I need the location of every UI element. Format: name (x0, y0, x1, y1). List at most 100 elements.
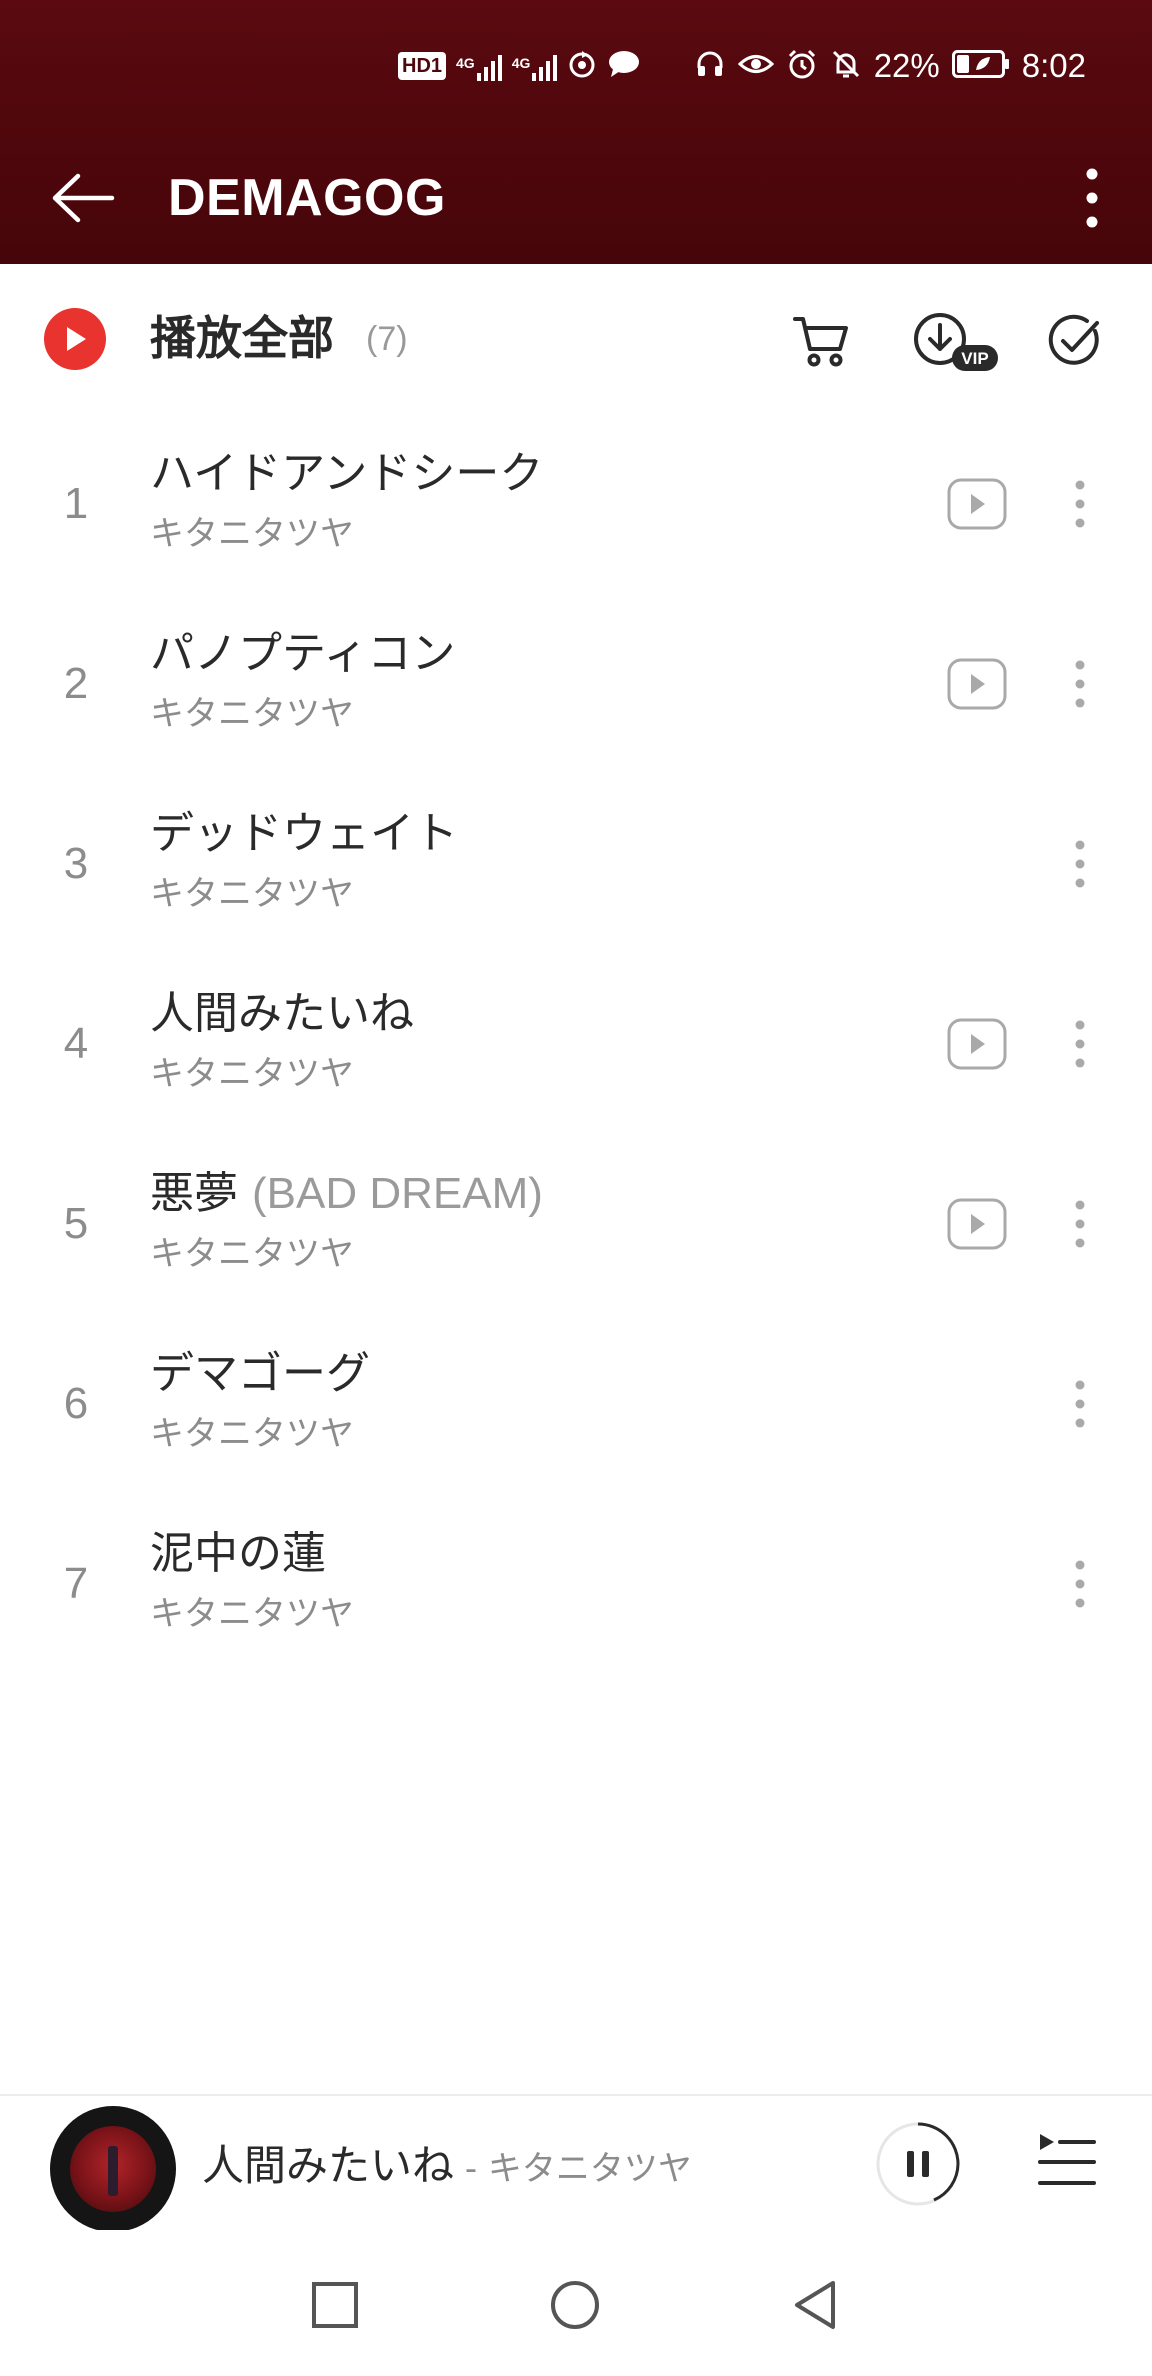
play-all-label[interactable]: 播放全部 (150, 306, 334, 370)
headset-icon (694, 48, 726, 85)
more-vertical-icon (1075, 840, 1085, 888)
alarm-icon (786, 48, 818, 85)
multi-select-icon (1048, 314, 1099, 365)
track-more-button[interactable] (1056, 470, 1104, 538)
app-bar: DEMAGOG (0, 132, 1152, 264)
track-title-text: デマゴーグ (150, 1348, 370, 1399)
track-list: 1 ハイドアンドシーク キタニタツヤ 2 パノプティコン キタニタツヤ 3 デッ… (0, 414, 1152, 1674)
pause-button[interactable] (874, 2120, 962, 2208)
track-row[interactable]: 2 パノプティコン キタニタツヤ (0, 594, 1152, 774)
track-title: デマゴーグ (150, 1344, 370, 1404)
track-artist: キタニタツヤ (150, 1594, 354, 1634)
now-playing-info[interactable]: 人間みたいね - キタニタツヤ (202, 2138, 692, 2197)
square-icon (312, 2282, 358, 2328)
status-right-icons: 22% 8:02 (694, 44, 1086, 88)
download-vip-button[interactable]: VIP (906, 306, 1006, 376)
battery-icon (951, 49, 1010, 83)
mini-player[interactable]: 人間みたいね - キタニタツヤ (0, 2094, 1152, 2232)
mv-button[interactable] (946, 656, 1008, 712)
track-number: 4 (63, 1019, 89, 1068)
back-button[interactable] (40, 160, 126, 236)
cart-icon (793, 317, 848, 367)
track-row[interactable]: 6 デマゴーグ キタニタツヤ (0, 1314, 1152, 1494)
header: HD1 4G 4G 22% 8:02 DEMAGOG (0, 0, 1152, 264)
mute-bell-icon (830, 48, 862, 85)
battery-percent: 22% (873, 47, 940, 84)
track-artist: キタニタツヤ (150, 514, 354, 554)
track-artist: キタニタツヤ (150, 1234, 354, 1274)
sync-icon (567, 49, 597, 84)
track-artist: キタニタツヤ (150, 1414, 354, 1454)
track-artist: キタニタツヤ (150, 694, 354, 734)
video-play-icon (947, 1018, 1007, 1070)
home-button[interactable] (540, 2270, 610, 2340)
track-number: 3 (63, 839, 89, 888)
track-more-button[interactable] (1056, 1010, 1104, 1078)
track-row[interactable]: 4 人間みたいね キタニタツヤ (0, 954, 1152, 1134)
track-number: 1 (63, 479, 89, 528)
album-cover[interactable] (50, 2106, 176, 2232)
cart-button[interactable] (786, 306, 856, 376)
track-more-button[interactable] (1056, 830, 1104, 898)
circle-icon (551, 2281, 599, 2329)
play-icon (67, 327, 86, 351)
track-title: 人間みたいね (150, 984, 414, 1044)
play-all-button[interactable] (44, 308, 106, 370)
playlist-icon (1038, 2134, 1096, 2185)
triangle-back-icon (795, 2281, 835, 2329)
track-title-text: ハイドアンドシーク (150, 448, 544, 499)
page-title: DEMAGOG (168, 169, 446, 227)
now-playing-title: 人間みたいね (202, 2141, 455, 2190)
video-play-icon (947, 1198, 1007, 1250)
track-number: 7 (63, 1559, 89, 1608)
track-artist: キタニタツヤ (150, 874, 354, 914)
video-play-icon (947, 658, 1007, 710)
status-time: 8:02 (1021, 47, 1086, 84)
signal-icon: 4G (456, 51, 502, 81)
play-all-row: 播放全部 (7) VIP (0, 264, 1152, 414)
track-title: 泥中の蓮 (150, 1524, 326, 1584)
more-vertical-icon (1075, 1020, 1085, 1068)
album-art-image (70, 2126, 156, 2212)
track-title-subtitle: (BAD DREAM) (252, 1169, 543, 1218)
track-title-text: パノプティコン (150, 628, 456, 679)
track-more-button[interactable] (1056, 1370, 1104, 1438)
more-vertical-icon (1086, 168, 1098, 228)
track-row[interactable]: 1 ハイドアンドシーク キタニタツヤ (0, 414, 1152, 594)
more-vertical-icon (1075, 1380, 1085, 1428)
track-title: デッドウェイト (150, 804, 458, 864)
status-bar: HD1 4G 4G 22% 8:02 (0, 0, 1152, 132)
video-play-icon (947, 478, 1007, 530)
back-nav-button[interactable] (780, 2270, 850, 2340)
download-vip-icon: VIP (914, 313, 998, 371)
playlist-queue-button[interactable] (1034, 2126, 1100, 2196)
track-number: 2 (63, 659, 89, 708)
svg-text:VIP: VIP (961, 349, 988, 368)
track-title: 悪夢 (BAD DREAM) (150, 1164, 543, 1224)
arrow-left-icon (52, 173, 115, 223)
recents-button[interactable] (300, 2270, 370, 2340)
track-more-button[interactable] (1056, 1550, 1104, 1618)
track-number: 5 (63, 1199, 89, 1248)
track-row[interactable]: 3 デッドウェイト キタニタツヤ (0, 774, 1152, 954)
track-number: 6 (63, 1379, 89, 1428)
more-vertical-icon (1075, 660, 1085, 708)
eye-icon (737, 49, 774, 84)
track-title: ハイドアンドシーク (150, 444, 543, 504)
track-row[interactable]: 7 泥中の蓮 キタニタツヤ (0, 1494, 1152, 1674)
track-more-button[interactable] (1056, 650, 1104, 718)
track-count: (7) (366, 320, 408, 358)
now-playing-separator: - (454, 2149, 488, 2189)
multi-select-button[interactable] (1040, 306, 1110, 376)
more-options-button[interactable] (1062, 160, 1122, 236)
track-title-text: 人間みたいね (150, 988, 414, 1039)
more-vertical-icon (1075, 480, 1085, 528)
track-row[interactable]: 5 悪夢 (BAD DREAM) キタニタツヤ (0, 1134, 1152, 1314)
mv-button[interactable] (946, 1016, 1008, 1072)
hd-icon: HD1 (398, 52, 447, 80)
track-more-button[interactable] (1056, 1190, 1104, 1258)
track-title-text: 泥中の蓮 (150, 1528, 326, 1579)
mv-button[interactable] (946, 476, 1008, 532)
mv-button[interactable] (946, 1196, 1008, 1252)
more-vertical-icon (1075, 1560, 1085, 1608)
